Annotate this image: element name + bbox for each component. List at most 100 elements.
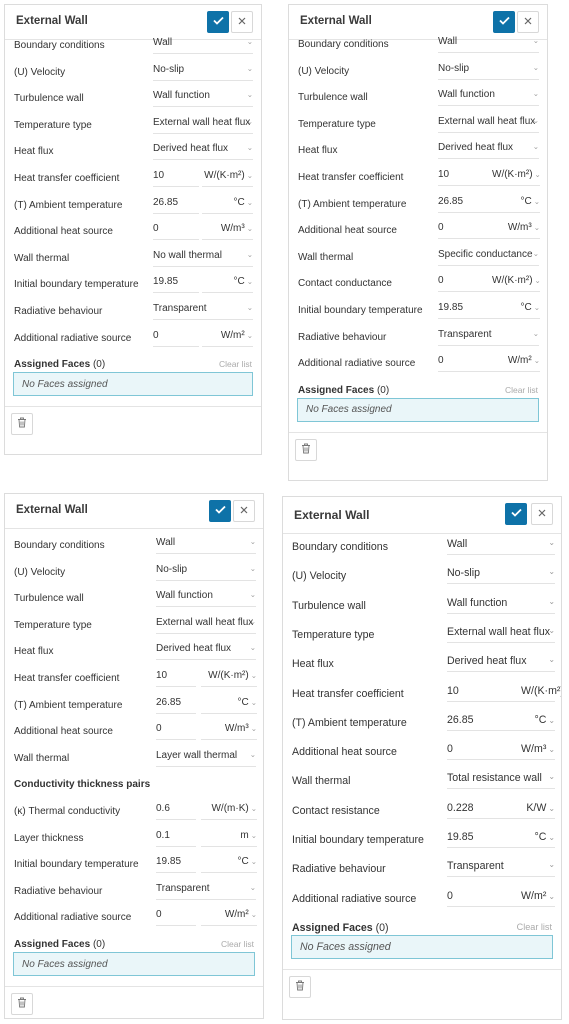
number-input[interactable]: 10 xyxy=(447,685,521,702)
faces-list[interactable]: No Faces assigned xyxy=(297,397,539,422)
confirm-button[interactable] xyxy=(493,11,515,33)
unit-select[interactable]: m ⌄ xyxy=(201,830,257,847)
unit-select[interactable]: W/(m·K) ⌄ xyxy=(201,803,257,820)
unit-select[interactable]: K/W ⌄ xyxy=(521,802,555,819)
select-field[interactable]: No-slip ⌄ xyxy=(156,564,256,581)
unit-select[interactable]: W/m² ⌄ xyxy=(202,330,253,347)
select-field[interactable]: Transparent ⌄ xyxy=(153,303,253,320)
number-input[interactable]: 26.85 xyxy=(153,197,199,214)
select-field[interactable]: External wall heat flux ⌄ xyxy=(156,617,256,634)
confirm-button[interactable] xyxy=(207,11,229,33)
select-field[interactable]: Wall function ⌄ xyxy=(447,597,555,614)
number-input[interactable]: 19.85 xyxy=(447,831,521,848)
number-input[interactable]: 10 xyxy=(156,670,196,687)
number-input[interactable]: 19.85 xyxy=(438,302,492,319)
delete-button[interactable] xyxy=(289,975,311,998)
unit-select[interactable]: °C ⌄ xyxy=(521,831,555,848)
number-input[interactable]: 0 xyxy=(156,723,196,741)
clear-list-link[interactable]: Clear list xyxy=(505,385,538,395)
number-input[interactable]: 0 xyxy=(447,890,521,907)
select-field[interactable]: Wall ⌄ xyxy=(156,537,256,554)
select-field[interactable]: Wall function ⌄ xyxy=(153,90,253,108)
assigned-faces-label: Assigned Faces xyxy=(298,384,375,396)
unit-select[interactable]: W/m² ⌄ xyxy=(521,890,555,907)
select-field[interactable]: No wall thermal ⌄ xyxy=(153,250,253,267)
select-field[interactable]: Layer wall thermal ⌄ xyxy=(156,750,256,767)
number-input[interactable]: 0 xyxy=(156,909,196,927)
delete-button[interactable] xyxy=(295,438,317,461)
clear-list-link[interactable]: Clear list xyxy=(219,359,252,369)
close-button[interactable] xyxy=(517,11,539,33)
field-label: Additional radiative source xyxy=(292,892,417,905)
unit-select[interactable]: °C ⌄ xyxy=(202,197,253,214)
number-input[interactable]: 0 xyxy=(153,330,199,347)
number-input[interactable]: 0.6 xyxy=(156,803,196,820)
unit-select[interactable]: W/(K·m²)⌄ xyxy=(201,670,257,687)
select-field[interactable]: Wall function ⌄ xyxy=(438,89,539,107)
select-field[interactable]: No-slip ⌄ xyxy=(153,64,253,81)
select-field[interactable]: Transparent ⌄ xyxy=(156,883,256,900)
number-input[interactable]: 10 xyxy=(153,170,199,187)
number-input[interactable]: 26.85 xyxy=(156,697,196,714)
unit-select[interactable]: W/(K·m²)⌄ xyxy=(521,685,561,702)
select-field[interactable]: Specific conductance ⌄ xyxy=(438,249,539,266)
faces-list[interactable]: No Faces assigned xyxy=(13,372,253,397)
select-field[interactable]: Wall ⌄ xyxy=(447,538,555,555)
unit-select[interactable]: °C ⌄ xyxy=(492,302,540,319)
select-field[interactable]: No-slip ⌄ xyxy=(438,63,539,80)
unit-select[interactable]: °C ⌄ xyxy=(201,856,257,874)
unit-select[interactable]: W/m³ ⌄ xyxy=(492,222,540,240)
unit-select[interactable]: °C ⌄ xyxy=(521,714,555,731)
number-input[interactable]: 0 xyxy=(153,223,199,241)
select-field[interactable]: External wall heat flux ⌄ xyxy=(153,117,253,134)
confirm-button[interactable] xyxy=(505,503,527,525)
clear-list-link[interactable]: Clear list xyxy=(517,922,552,932)
faces-list[interactable]: No Faces assigned xyxy=(291,934,553,959)
select-field[interactable]: Derived heat flux ⌄ xyxy=(156,643,256,661)
number-input[interactable]: 0 xyxy=(447,743,521,761)
unit-select[interactable]: W/m³ ⌄ xyxy=(201,723,257,741)
clear-list-link[interactable]: Clear list xyxy=(221,939,254,949)
unit-select[interactable]: W/m³ ⌄ xyxy=(521,743,555,761)
unit-select[interactable]: °C ⌄ xyxy=(202,276,253,294)
unit-select[interactable]: W/m² ⌄ xyxy=(201,909,257,927)
unit-select[interactable]: W/(K·m²)⌄ xyxy=(202,170,253,187)
unit-select[interactable]: W/(K·m²)⌄ xyxy=(492,275,541,293)
delete-button[interactable] xyxy=(11,993,33,1015)
select-field[interactable]: Transparent ⌄ xyxy=(438,329,539,346)
select-field[interactable]: Wall ⌄ xyxy=(438,36,539,53)
select-field[interactable]: Derived heat flux ⌄ xyxy=(438,142,539,160)
delete-button[interactable] xyxy=(11,413,33,436)
unit-select[interactable]: W/m³ ⌄ xyxy=(202,223,253,241)
close-button[interactable] xyxy=(531,503,553,525)
field-label: Initial boundary temperature xyxy=(14,279,139,291)
close-button[interactable] xyxy=(233,500,255,522)
confirm-button[interactable] xyxy=(209,500,231,522)
number-input[interactable]: 0 xyxy=(438,275,492,293)
select-field[interactable]: External wall heat flux ⌄ xyxy=(447,626,555,643)
select-field[interactable]: External wall heat flux ⌄ xyxy=(438,116,539,133)
select-field[interactable]: Wall function ⌄ xyxy=(156,590,256,608)
number-input[interactable]: 26.85 xyxy=(438,196,492,213)
number-input[interactable]: 19.85 xyxy=(156,856,196,874)
number-input[interactable]: 0.1 xyxy=(156,830,196,847)
select-field[interactable]: Derived heat flux ⌄ xyxy=(153,143,253,161)
number-input[interactable]: 26.85 xyxy=(447,714,521,731)
unit-select[interactable]: W/(K·m²)⌄ xyxy=(492,169,541,186)
unit-select[interactable]: °C ⌄ xyxy=(492,196,540,213)
number-input[interactable]: 0 xyxy=(438,222,492,240)
select-field[interactable]: Transparent ⌄ xyxy=(447,860,555,878)
select-field[interactable]: Wall ⌄ xyxy=(153,37,253,54)
unit-select[interactable]: W/m² ⌄ xyxy=(492,355,540,373)
close-button[interactable] xyxy=(231,11,253,33)
number-input[interactable]: 10 xyxy=(438,169,492,186)
unit-select[interactable]: °C ⌄ xyxy=(201,697,257,714)
number-input[interactable]: 0 xyxy=(438,355,492,373)
select-field[interactable]: Total resistance wall ⌄ xyxy=(447,772,555,790)
faces-list[interactable]: No Faces assigned xyxy=(13,952,255,976)
number-input[interactable]: 19.85 xyxy=(153,276,199,294)
number-input[interactable]: 0.228 xyxy=(447,802,521,819)
select-field[interactable]: Derived heat flux ⌄ xyxy=(447,655,555,673)
select-value: Derived heat flux xyxy=(153,143,229,155)
select-field[interactable]: No-slip ⌄ xyxy=(447,567,555,585)
